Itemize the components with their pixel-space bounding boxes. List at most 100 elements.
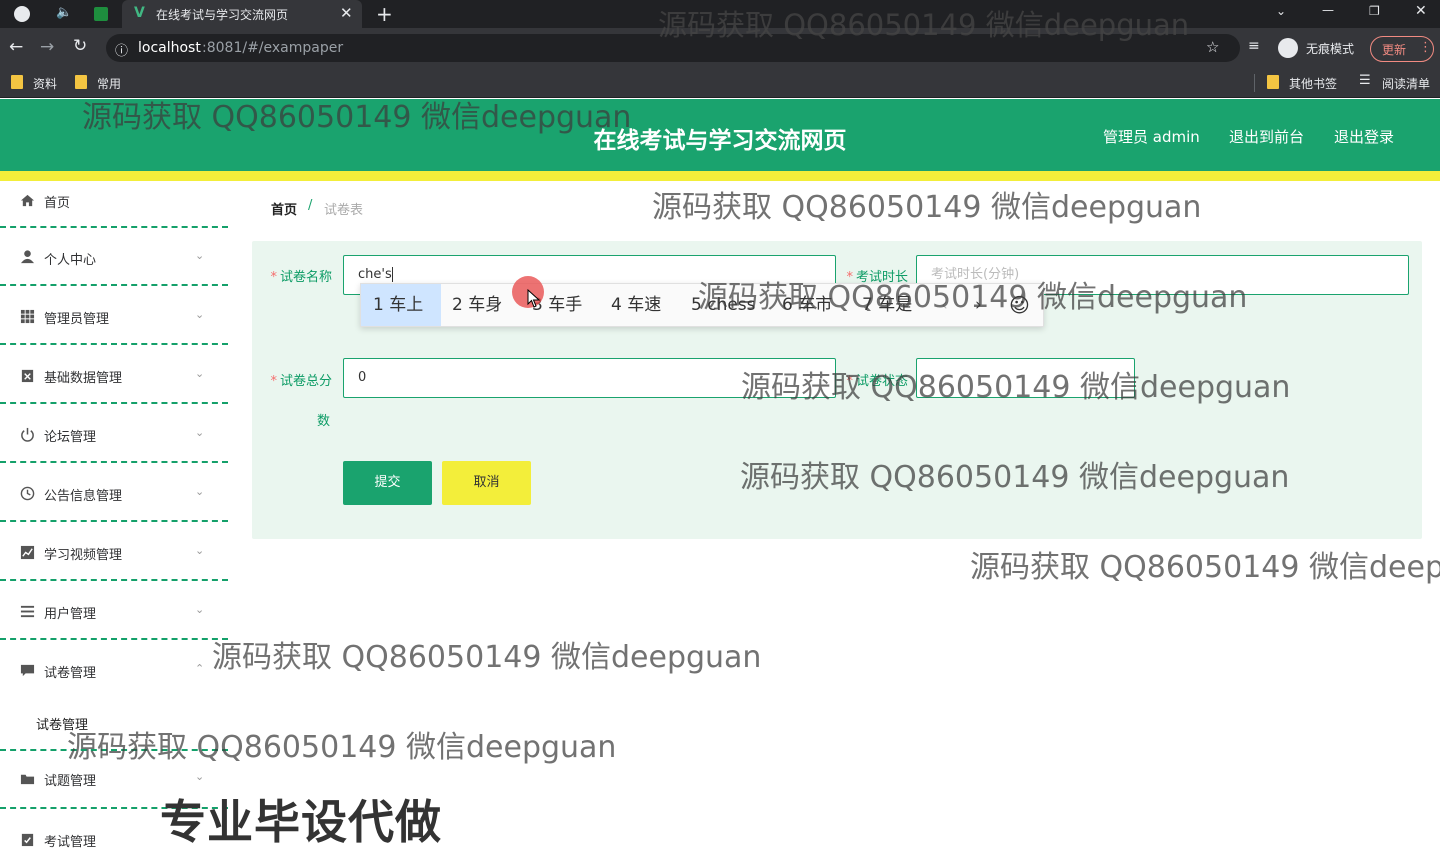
bookmark-folder-icon (1267, 75, 1279, 89)
sidebar-item-label: 考试管理 (44, 835, 97, 850)
folder-icon (20, 774, 35, 785)
sidebar-item-basic-data[interactable]: 基础数据管理 ⌄ (0, 346, 228, 404)
chat-icon (20, 664, 35, 677)
ime-candidate[interactable]: 2 车身 (452, 284, 502, 326)
incognito-icon (1278, 38, 1298, 58)
list-icon (20, 605, 35, 618)
breadcrumb-current: 试卷表 (324, 203, 364, 218)
breadcrumb-home[interactable]: 首页 (271, 199, 297, 218)
sidebar-item-label: 试卷管理 (44, 666, 97, 681)
sidebar-item-announcements[interactable]: 公告信息管理 ⌄ (0, 464, 228, 522)
chevron-down-icon: ⌄ (195, 249, 205, 262)
watermark: 源码获取 QQ86050149 微信deepguan (658, 8, 1190, 42)
bookmark-item[interactable]: 常用 (97, 75, 121, 92)
sidebar-item-label: 试题管理 (44, 774, 97, 789)
new-tab-icon[interactable]: + (376, 2, 393, 26)
sidebar-item-label: 论坛管理 (44, 430, 97, 445)
vue-logo-icon: V (134, 5, 145, 21)
input-value: che's (358, 267, 392, 282)
sidebar-item-label: 学习视频管理 (44, 548, 123, 563)
bookmark-item[interactable]: 资料 (33, 75, 57, 92)
logout-link[interactable]: 退出登录 (1334, 126, 1394, 147)
sidebar-item-users[interactable]: 用户管理 ⌄ (0, 582, 228, 640)
sidebar-item-label: 首页 (44, 196, 71, 211)
required-star: * (270, 270, 277, 285)
clipboard-icon (21, 369, 34, 383)
url-path: :8081/#/exampaper (202, 40, 344, 56)
update-label: 更新 (1382, 43, 1407, 57)
browser-tab-active[interactable]: V 在线考试与学习交流网页 ✕ (122, 0, 362, 28)
more-menu-icon: ⋮ (1419, 40, 1432, 55)
chevron-down-icon: ⌄ (195, 770, 205, 783)
field-label-name: * 试卷名称 (270, 270, 332, 285)
ime-candidate[interactable]: 4 车速 (611, 284, 661, 326)
grid-icon (20, 309, 35, 324)
site-info-icon[interactable]: ⓘ (115, 40, 128, 59)
minimize-icon[interactable]: — (1322, 3, 1334, 17)
chevron-down-icon: ⌄ (195, 485, 205, 498)
sidebar-item-label: 用户管理 (44, 607, 97, 622)
bookmark-folder-icon (11, 75, 23, 89)
chevron-up-icon: ⌃ (195, 662, 205, 675)
watermark: 源码获取 QQ86050149 微信deepguan (652, 190, 1202, 225)
sidebar-item-home[interactable]: 首页 (0, 181, 228, 228)
reading-mode-icon[interactable]: ≡ (1248, 38, 1260, 54)
ime-candidate[interactable]: 1 车上 (361, 284, 441, 326)
chevron-down-icon: ⌄ (195, 603, 205, 616)
user-icon (20, 250, 35, 264)
url-host: localhost (138, 40, 201, 56)
current-user: 管理员 admin (1103, 128, 1200, 146)
field-label-total-wrap: 数 (317, 414, 331, 429)
window-close-icon[interactable]: ✕ (1415, 3, 1427, 19)
tab-close-icon[interactable]: ✕ (340, 4, 353, 22)
reading-list-icon: ☰ (1359, 73, 1371, 88)
chevron-down-icon: ⌄ (195, 544, 205, 557)
sidebar-item-label: 个人中心 (44, 253, 97, 268)
tab-title: 在线考试与学习交流网页 (156, 8, 289, 22)
sidebar-item-admin[interactable]: 管理员管理 ⌄ (0, 287, 228, 345)
watermark: 源码获取 QQ86050149 微信deepguan (67, 730, 617, 765)
clock-icon (20, 486, 35, 501)
mouse-pointer-icon (527, 289, 541, 308)
chevron-down-icon: ⌄ (195, 426, 205, 439)
reload-icon[interactable]: ↻ (73, 36, 87, 56)
reading-list[interactable]: 阅读清单 (1382, 75, 1430, 92)
incognito-label: 无痕模式 (1306, 42, 1355, 56)
chevron-down-icon: ⌄ (195, 367, 205, 380)
promo-text: 专业毕设代做 (160, 795, 442, 849)
sidebar-item-personal-center[interactable]: 个人中心 ⌄ (0, 228, 228, 286)
sidebar-item-forum[interactable]: 论坛管理 ⌄ (0, 405, 228, 463)
watermark: 源码获取 QQ86050149 微信deepguan (741, 370, 1291, 405)
update-button[interactable]: 更新 ⋮ (1370, 36, 1434, 62)
power-icon (21, 427, 34, 442)
home-icon (20, 194, 35, 207)
sidebar-item-videos[interactable]: 学习视频管理 ⌄ (0, 523, 228, 581)
sidebar-item-label: 管理员管理 (44, 312, 110, 327)
pinned-tab-icon[interactable] (94, 7, 108, 21)
mute-icon[interactable]: 🔈 (56, 5, 72, 20)
submit-button[interactable]: 提交 (343, 461, 432, 505)
bookmark-star-icon[interactable]: ☆ (1206, 38, 1219, 56)
browser-profile-icon[interactable] (14, 6, 30, 22)
watermark: 源码获取 QQ86050149 微信deepguan (740, 460, 1290, 495)
bookmark-folder-icon (75, 75, 87, 89)
sidebar-item-label: 公告信息管理 (44, 489, 123, 504)
exit-to-front-link[interactable]: 退出到前台 (1229, 126, 1304, 147)
breadcrumb-separator: / (308, 198, 313, 213)
forward-icon[interactable]: → (40, 37, 54, 57)
field-label-total: * 试卷总分 (270, 374, 332, 389)
chart-icon (20, 545, 35, 560)
watermark: 源码获取 QQ86050149 微信deepguan (698, 280, 1248, 315)
watermark: 源码获取 QQ86050149 微信deepg (970, 550, 1440, 585)
back-icon[interactable]: ← (9, 37, 23, 57)
other-bookmarks[interactable]: 其他书签 (1289, 75, 1337, 92)
header-accent-strip (0, 171, 1440, 181)
chevron-down-icon: ⌄ (195, 308, 205, 321)
bookmark-separator (1254, 74, 1255, 92)
text-caret (391, 267, 393, 282)
sidebar-item-label: 基础数据管理 (44, 371, 123, 386)
tab-search-chevron-icon[interactable]: ⌄ (1276, 4, 1286, 18)
cancel-button[interactable]: 取消 (442, 461, 531, 505)
watermark: 源码获取 QQ86050149 微信deepguan (82, 100, 632, 135)
restore-icon[interactable]: ❐ (1369, 4, 1380, 18)
